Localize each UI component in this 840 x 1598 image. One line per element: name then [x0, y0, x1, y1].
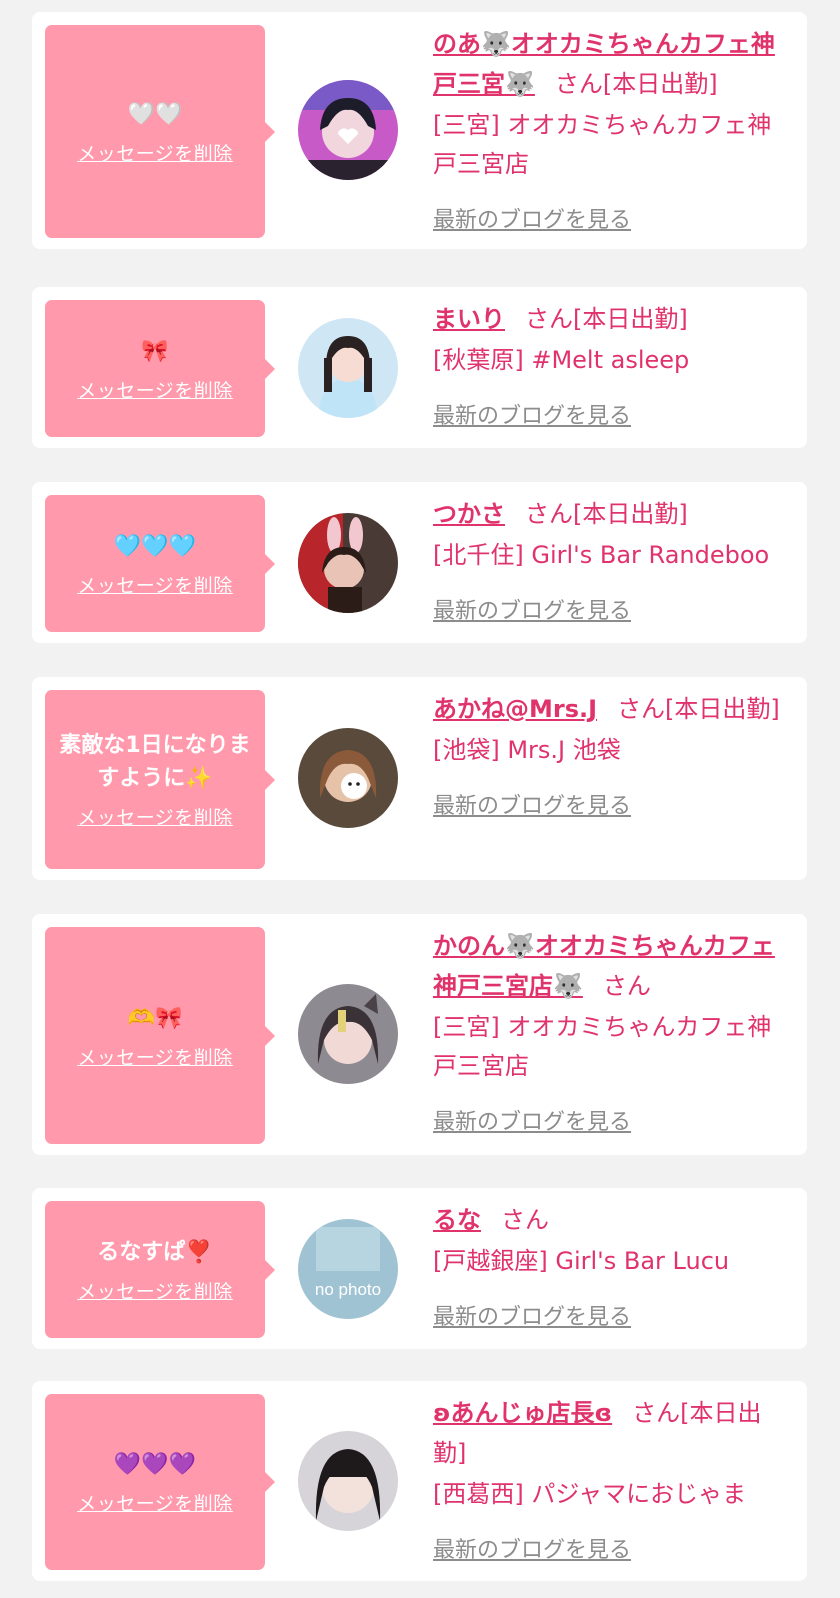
delete-message-link[interactable]: メッセージを削除: [77, 571, 233, 598]
cast-status: さん[本日出勤]: [617, 695, 780, 723]
cast-status: さん: [602, 972, 651, 1000]
message-text: 🩵🩵🩵: [113, 533, 197, 559]
cast-status: さん[本日出勤]: [525, 500, 688, 528]
avatar[interactable]: [298, 1431, 398, 1531]
cast-name-link[interactable]: るな: [433, 1206, 481, 1234]
avatar[interactable]: no photo: [298, 1219, 398, 1319]
no-photo-text: no photo: [315, 1280, 381, 1299]
message-text: 🤍🤍: [127, 101, 183, 127]
cast-name-link[interactable]: まいり: [433, 305, 505, 333]
cast-name-link[interactable]: ʚあんじゅ店長ɞ: [433, 1399, 612, 1427]
message-text: 素敵な1日になりますように✨: [59, 733, 251, 791]
message-bubble: 🩵🩵🩵 メッセージを削除: [45, 495, 275, 632]
list-item: 🤍🤍 メッセージを削除 のあ🐺オオカミちゃんカフェ神戸三宮🐺 さん[本日出勤] […: [32, 12, 807, 249]
list-item: 💜💜💜 メッセージを削除 ʚあんじゅ店長ɞ さん[本日出勤] [西葛西] パジャマ…: [32, 1381, 807, 1581]
avatar-photo-icon: [298, 1431, 398, 1531]
latest-blog-link[interactable]: 最新のブログを見る: [433, 1104, 631, 1136]
avatar[interactable]: [298, 728, 398, 828]
shop-name: [三宮] オオカミちゃんカフェ神戸三宮店: [433, 111, 772, 178]
item-info: まいり さん[本日出勤] [秋葉原] #Melt asleep 最新のブログを見る: [433, 299, 783, 430]
message-bubble: 🎀 メッセージを削除: [45, 300, 275, 437]
latest-blog-link[interactable]: 最新のブログを見る: [433, 788, 631, 820]
message-text: 🫶🎀: [127, 1005, 183, 1031]
latest-blog-link[interactable]: 最新のブログを見る: [433, 593, 631, 625]
no-photo-icon: no photo: [298, 1219, 398, 1319]
cast-name-link[interactable]: つかさ: [433, 500, 505, 528]
delete-message-link[interactable]: メッセージを削除: [77, 803, 233, 830]
item-info: あかね@Mrs.J さん[本日出勤] [池袋] Mrs.J 池袋 最新のブログを見…: [433, 689, 783, 820]
message-bubble: 🫶🎀 メッセージを削除: [45, 927, 275, 1144]
message-bubble: るなすぱ❣️ メッセージを削除: [45, 1201, 275, 1338]
cast-status: さん[本日出勤]: [554, 70, 718, 98]
cast-status: さん: [501, 1206, 549, 1234]
message-text: 🎀: [141, 338, 169, 364]
avatar[interactable]: [298, 984, 398, 1084]
message-bubble: 🤍🤍 メッセージを削除: [45, 25, 275, 238]
delete-message-link[interactable]: メッセージを削除: [77, 1489, 233, 1516]
item-info: ʚあんじゅ店長ɞ さん[本日出勤] [西葛西] パジャマにおじゃま 最新のブログを…: [433, 1393, 783, 1564]
shop-name: [戸越銀座] Girl's Bar Lucu: [433, 1247, 730, 1275]
item-info: つかさ さん[本日出勤] [北千住] Girl's Bar Randeboo 最新…: [433, 494, 783, 625]
list-item: 🎀 メッセージを削除 まいり さん[本日出勤] [秋葉原] #Melt aslee…: [32, 287, 807, 448]
delete-message-link[interactable]: メッセージを削除: [77, 1277, 233, 1304]
list-item: 🩵🩵🩵 メッセージを削除 つかさ さん[本日出勤] [北千住] Girl's Ba…: [32, 482, 807, 643]
latest-blog-link[interactable]: 最新のブログを見る: [433, 202, 631, 234]
avatar-photo-icon: [298, 80, 398, 180]
shop-name: [池袋] Mrs.J 池袋: [433, 736, 621, 764]
message-text: 💜💜💜: [113, 1452, 197, 1477]
item-info: かのん🐺オオカミちゃんカフェ神戸三宮店🐺 さん [三宮] オオカミちゃんカフェ神戸…: [433, 926, 783, 1136]
latest-blog-link[interactable]: 最新のブログを見る: [433, 1299, 631, 1331]
delete-message-link[interactable]: メッセージを削除: [77, 1043, 233, 1070]
list-item: 🫶🎀 メッセージを削除 かのん🐺オオカミちゃんカフェ神戸三宮店🐺 さん [三宮] …: [32, 914, 807, 1155]
avatar[interactable]: [298, 80, 398, 180]
latest-blog-link[interactable]: 最新のブログを見る: [433, 1532, 631, 1564]
avatar[interactable]: [298, 318, 398, 418]
avatar-photo-icon: [298, 984, 398, 1084]
message-bubble: 💜💜💜 メッセージを削除: [45, 1394, 275, 1570]
message-list: 🤍🤍 メッセージを削除 のあ🐺オオカミちゃんカフェ神戸三宮🐺 さん[本日出勤] […: [0, 0, 840, 1598]
avatar-photo-icon: [298, 728, 398, 828]
item-info: るな さん [戸越銀座] Girl's Bar Lucu 最新のブログを見る: [433, 1200, 783, 1331]
list-item: るなすぱ❣️ メッセージを削除 no photo るな さん [戸越銀座] Gir…: [32, 1188, 807, 1349]
shop-name: [秋葉原] #Melt asleep: [433, 346, 690, 374]
list-item: 素敵な1日になりますように✨ メッセージを削除 あかね@Mrs.J さん[本日出勤…: [32, 677, 807, 880]
delete-message-link[interactable]: メッセージを削除: [77, 376, 233, 403]
latest-blog-link[interactable]: 最新のブログを見る: [433, 398, 631, 430]
shop-name: [北千住] Girl's Bar Randeboo: [433, 541, 770, 569]
cast-status: さん[本日出勤]: [525, 305, 688, 333]
cast-name-link[interactable]: あかね@Mrs.J: [433, 695, 597, 723]
message-text: るなすぱ❣️: [97, 1239, 213, 1265]
item-info: のあ🐺オオカミちゃんカフェ神戸三宮🐺 さん[本日出勤] [三宮] オオカミちゃんカ…: [433, 24, 783, 234]
avatar-photo-icon: [298, 513, 398, 613]
message-bubble: 素敵な1日になりますように✨ メッセージを削除: [45, 690, 275, 869]
avatar[interactable]: [298, 513, 398, 613]
delete-message-link[interactable]: メッセージを削除: [77, 139, 233, 166]
shop-name: [西葛西] パジャマにおじゃま: [433, 1480, 747, 1508]
shop-name: [三宮] オオカミちゃんカフェ神戸三宮店: [433, 1013, 772, 1080]
avatar-photo-icon: [298, 318, 398, 418]
